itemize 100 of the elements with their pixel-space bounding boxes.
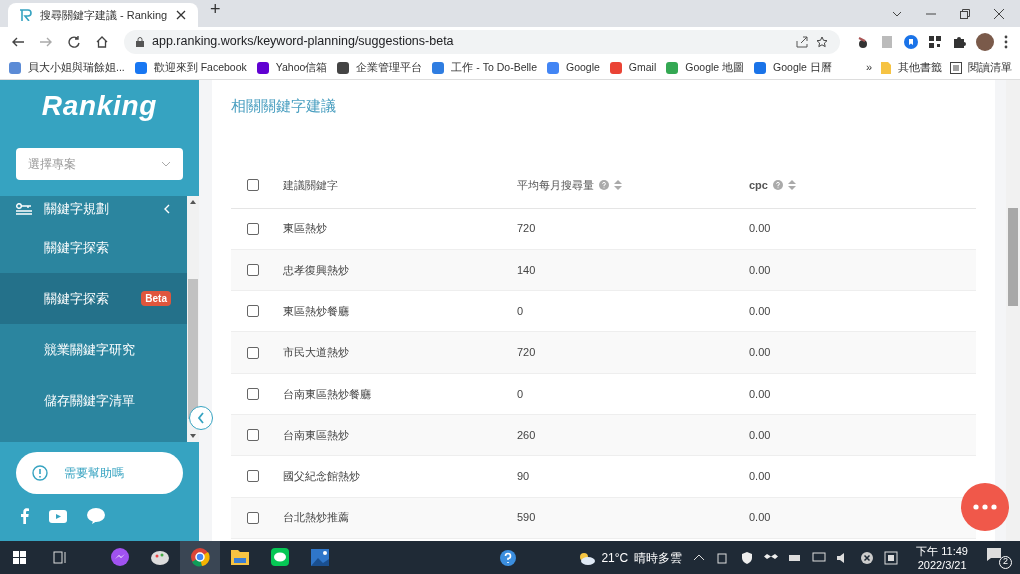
table-cell: 市民大道熱炒 (283, 346, 349, 359)
chrome-icon[interactable] (180, 541, 220, 574)
key-icon (16, 203, 32, 215)
table-cell: 國父紀念館熱炒 (283, 470, 360, 483)
avatar[interactable] (976, 32, 994, 51)
help-icon (772, 180, 783, 190)
notification-count: 2 (999, 555, 1012, 569)
menu-item[interactable]: 競業關鍵字研究 (0, 324, 187, 375)
help-icon (599, 180, 609, 190)
table-cell: 0 (517, 305, 524, 317)
checkbox[interactable] (247, 511, 259, 524)
bookmark[interactable]: Google (546, 59, 600, 76)
reload-icon[interactable] (68, 35, 80, 48)
puzzle-icon[interactable] (952, 34, 966, 49)
menu-group-label: 關鍵字規劃 (44, 200, 110, 219)
restore-icon[interactable] (960, 8, 970, 19)
table-cell: 0.00 (749, 387, 771, 400)
close-icon[interactable] (994, 8, 1004, 19)
checkbox[interactable] (247, 346, 259, 359)
checkbox[interactable] (247, 222, 259, 235)
checkbox[interactable] (247, 387, 259, 400)
table-cell: 東區熱炒餐廳 (283, 305, 349, 317)
table-cell: 東區熱炒 (283, 222, 327, 235)
table-cell: 0.00 (749, 428, 771, 441)
close-circle-icon[interactable] (860, 550, 875, 565)
section-title: 相關關鍵字建議 (231, 96, 337, 116)
weather-widget[interactable]: 21°C 晴時多雲 (577, 548, 683, 567)
menu-item[interactable]: 儲存關鍵字清單 (0, 375, 187, 426)
bookmark[interactable]: Yahoo信箱 (255, 59, 328, 76)
more-icon[interactable] (1004, 34, 1008, 49)
more-bookmarks-button[interactable]: » (865, 59, 872, 76)
chevron-down-icon (161, 161, 171, 167)
extension-icon[interactable] (856, 34, 870, 49)
table-cell: 720 (517, 346, 536, 359)
beta-badge: Beta (141, 291, 171, 306)
select-placeholder: 選擇專案 (28, 156, 76, 173)
table-cell: 260 (517, 428, 536, 441)
back-icon[interactable] (12, 36, 24, 47)
temperature: 21°C (601, 549, 629, 567)
scrollbar-thumb[interactable] (1008, 208, 1018, 306)
star-icon[interactable] (816, 35, 828, 48)
info-icon (32, 465, 48, 481)
scrollbar[interactable] (187, 196, 199, 442)
table-cell: 0 (517, 387, 524, 400)
table-cell: 台北熱炒推薦 (283, 511, 349, 524)
folder-icon (880, 60, 892, 75)
bookmark[interactable]: 企業管理平台 (336, 59, 423, 76)
bookmark[interactable]: 歡迎來到 Facebook (133, 59, 247, 76)
table-cell: 590 (517, 511, 536, 524)
menu-group-header[interactable]: 關鍵字規劃 (0, 196, 187, 222)
bookmark[interactable]: Gmail (608, 59, 657, 76)
checkbox[interactable] (247, 179, 259, 191)
notification-button[interactable]: 2 (986, 546, 1012, 569)
message-icon (986, 546, 1002, 561)
page-scrollbar[interactable] (1006, 80, 1020, 541)
bookmark[interactable]: Google 日曆 (753, 59, 832, 76)
more-icon (973, 504, 997, 510)
table-cell: 720 (517, 222, 536, 235)
table-cell: 90 (517, 470, 530, 483)
table-cell: 0.00 (749, 222, 771, 235)
browser-tab[interactable]: 搜尋關鍵字建議 - Ranking (8, 3, 198, 27)
chevron-down-icon[interactable] (892, 10, 902, 17)
column-header[interactable]: 平均每月搜尋量 (517, 176, 594, 194)
checkbox[interactable] (247, 305, 259, 318)
menu-item[interactable]: 關鍵字探索 (0, 222, 187, 273)
home-icon[interactable] (96, 35, 108, 48)
checkbox[interactable] (247, 263, 259, 276)
facebook-icon[interactable] (20, 508, 29, 524)
weather-text: 晴時多雲 (634, 549, 683, 567)
url-text: app.ranking.works/keyword-planning/suggestions-beta (152, 33, 455, 51)
checkbox[interactable] (247, 429, 259, 442)
lock-icon (136, 36, 144, 47)
qr-code-icon[interactable] (928, 34, 942, 49)
scrollbar-thumb[interactable] (188, 279, 198, 419)
bookmark[interactable]: 貝大小姐與瑞餘姐... (8, 59, 125, 76)
column-header[interactable]: 建議關鍵字 (283, 176, 338, 194)
close-icon[interactable] (176, 10, 186, 20)
table-cell: 0.00 (749, 263, 771, 276)
clock[interactable]: 下午 11:49 2022/3/21 (916, 543, 968, 572)
shield-icon[interactable] (740, 550, 755, 565)
cloud-sun-icon (577, 550, 596, 565)
table-cell: 忠孝復興熱炒 (283, 263, 349, 276)
address-bar[interactable]: app.ranking.works/keyword-planning/suggestions-beta (124, 29, 840, 54)
bookmark[interactable]: 工作 - To Do-Belle (431, 59, 537, 76)
bookmark-folder[interactable]: 其他書籤 (880, 59, 942, 76)
menu-item-label: 關鍵字探索 (44, 238, 110, 257)
bookmark-icon[interactable] (904, 34, 918, 49)
scroll-up-icon (190, 200, 196, 204)
menu-item-label: 儲存關鍵字清單 (44, 391, 136, 410)
table-cell: 台南東區熱炒 (283, 428, 349, 441)
bookmark[interactable]: Google 地圖 (665, 59, 745, 76)
table-cell: 140 (517, 263, 536, 276)
youtube-icon[interactable] (49, 509, 67, 523)
help-icon[interactable] (499, 548, 518, 567)
share-icon[interactable] (796, 35, 808, 48)
new-tab-button[interactable]: + (210, 0, 221, 23)
reading-list-button[interactable]: 閱讀清單 (950, 59, 1012, 76)
column-header[interactable]: cpc (749, 176, 768, 194)
checkbox[interactable] (247, 470, 259, 483)
menu-item[interactable]: 關鍵字探索 Beta (0, 273, 187, 324)
